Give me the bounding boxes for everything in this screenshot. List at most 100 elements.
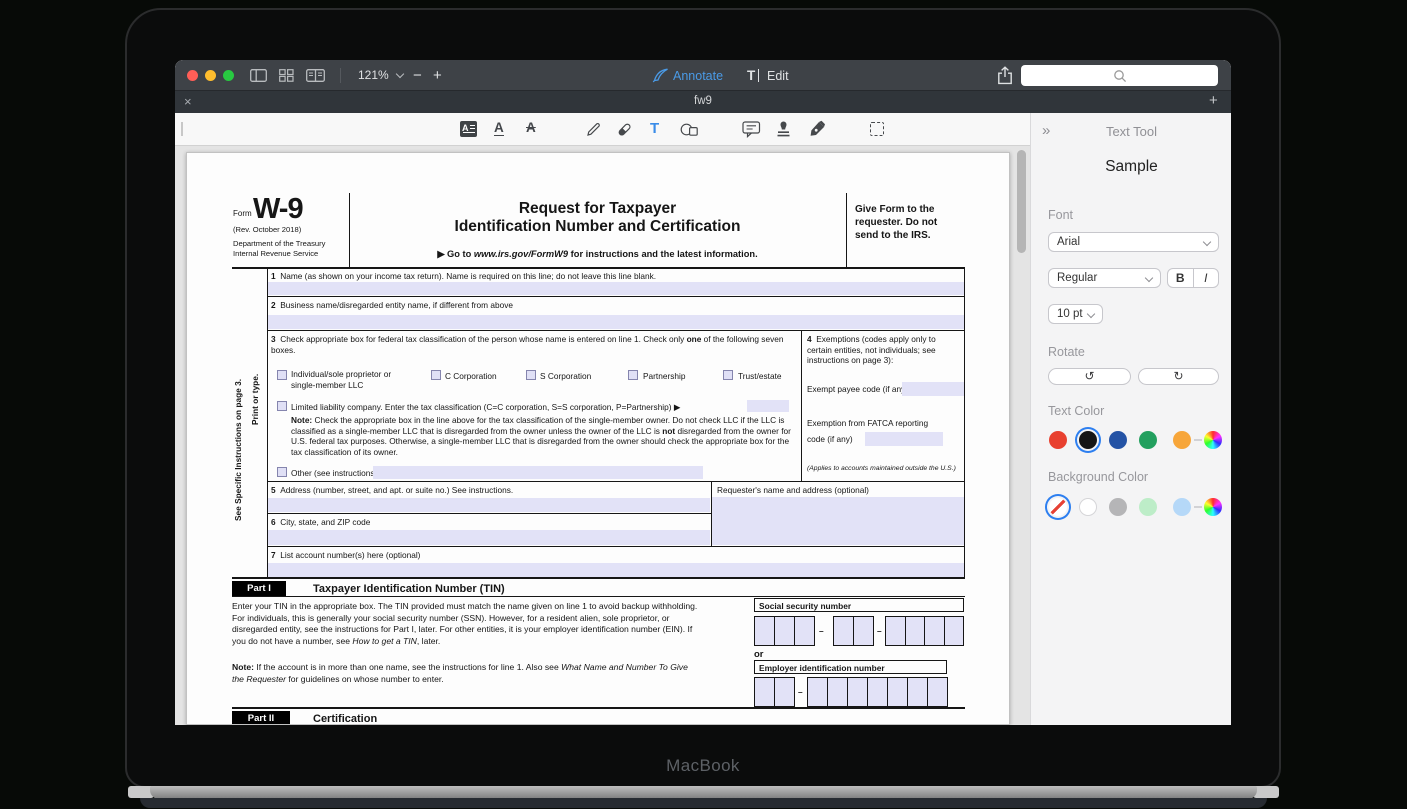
- tab-title[interactable]: fw9: [175, 95, 1231, 107]
- comment-icon[interactable]: [742, 121, 761, 143]
- text-color-blue-swatch[interactable]: [1109, 431, 1127, 449]
- zoom-window-button[interactable]: [223, 70, 234, 81]
- line1-field[interactable]: [268, 282, 964, 295]
- text-tool-icon[interactable]: T: [650, 120, 659, 137]
- italic-button[interactable]: I: [1194, 269, 1219, 287]
- select-area-icon[interactable]: [870, 122, 884, 136]
- ein-cell[interactable]: [887, 678, 907, 706]
- bg-color-gray-swatch[interactable]: [1109, 498, 1127, 516]
- part2-title: Certification: [313, 712, 377, 725]
- checkbox-trust-estate[interactable]: [723, 370, 733, 380]
- font-size-select[interactable]: 10 pt: [1048, 304, 1103, 324]
- edit-cursor-icon: [758, 69, 759, 82]
- checkbox-individual[interactable]: [277, 370, 287, 380]
- underline-text-icon[interactable]: A: [494, 120, 504, 136]
- font-style-select[interactable]: Regular: [1048, 268, 1161, 288]
- checkbox-other[interactable]: [277, 467, 287, 477]
- line5-field[interactable]: [268, 498, 710, 512]
- text-color-green-swatch[interactable]: [1139, 431, 1157, 449]
- ssn-cell[interactable]: [794, 617, 814, 645]
- text-color-section-label: Text Color: [1048, 404, 1104, 418]
- line2-field[interactable]: [268, 315, 964, 329]
- option-partnership-label: Partnership: [643, 371, 685, 382]
- bold-button[interactable]: B: [1168, 269, 1194, 287]
- other-field[interactable]: [373, 466, 703, 479]
- print-or-type-vertical: Print or type.: [250, 374, 260, 425]
- two-page-view-icon[interactable]: [306, 69, 325, 87]
- option-s-corp-label: S Corporation: [540, 371, 591, 382]
- edit-text-icon[interactable]: T: [747, 68, 755, 83]
- fatca-field[interactable]: [865, 432, 943, 446]
- shapes-icon[interactable]: [680, 122, 699, 142]
- ssn-cell[interactable]: [886, 617, 905, 645]
- checkbox-llc[interactable]: [277, 401, 287, 411]
- requester-field[interactable]: [712, 497, 964, 545]
- eraser-icon[interactable]: [616, 121, 633, 143]
- ein-cell[interactable]: [755, 678, 774, 706]
- thumbnails-view-icon[interactable]: [279, 69, 294, 87]
- checkbox-c-corporation[interactable]: [431, 370, 441, 380]
- form-department: Department of the Treasury: [233, 239, 325, 249]
- ssn-box-label: Social security number: [754, 598, 964, 612]
- rotate-ccw-button[interactable]: ↺: [1048, 368, 1131, 385]
- ssn-cell[interactable]: [944, 617, 964, 645]
- text-style-preview[interactable]: Sample: [1031, 158, 1231, 176]
- ssn-group-1: [754, 616, 815, 646]
- text-color-orange-swatch[interactable]: [1173, 431, 1191, 449]
- ein-cell[interactable]: [808, 678, 827, 706]
- new-tab-button[interactable]: +: [1209, 92, 1218, 109]
- text-color-red-swatch[interactable]: [1049, 431, 1067, 449]
- zoom-in-button[interactable]: +: [433, 67, 442, 84]
- stamp-icon[interactable]: [775, 120, 792, 143]
- ein-cell[interactable]: [867, 678, 887, 706]
- annotate-pen-icon[interactable]: [652, 68, 669, 88]
- ein-cell[interactable]: [774, 678, 794, 706]
- ssn-cell[interactable]: [853, 617, 873, 645]
- bg-color-white-swatch[interactable]: [1079, 498, 1097, 516]
- fatca-label-2: code (if any): [807, 434, 853, 445]
- font-family-select[interactable]: Arial: [1048, 232, 1219, 252]
- line7-label: 7 List account number(s) here (optional): [271, 550, 420, 561]
- give-form-note: Give Form to the requester. Do not send …: [855, 203, 961, 242]
- bg-color-blue-swatch[interactable]: [1173, 498, 1191, 516]
- zoom-out-button[interactable]: −: [413, 67, 422, 84]
- vertical-scrollbar[interactable]: [1017, 150, 1026, 253]
- zoom-level[interactable]: 121%: [358, 68, 389, 82]
- ein-cell[interactable]: [907, 678, 927, 706]
- rotate-cw-button[interactable]: ↻: [1138, 368, 1219, 385]
- ssn-cell[interactable]: [905, 617, 925, 645]
- close-window-button[interactable]: [187, 70, 198, 81]
- checkbox-partnership[interactable]: [628, 370, 638, 380]
- search-input[interactable]: [1021, 65, 1218, 86]
- ein-cell[interactable]: [847, 678, 867, 706]
- bg-color-custom-swatch[interactable]: [1204, 498, 1222, 516]
- line6-field[interactable]: [268, 530, 710, 545]
- strikethrough-text-icon[interactable]: A: [526, 120, 536, 135]
- ssn-cell[interactable]: [834, 617, 853, 645]
- highlight-markup-icon[interactable]: A: [460, 121, 477, 137]
- text-color-black-swatch[interactable]: [1079, 431, 1097, 449]
- line7-field[interactable]: [268, 563, 964, 577]
- bg-color-none-swatch[interactable]: [1049, 498, 1067, 516]
- tab-edit[interactable]: Edit: [767, 69, 789, 83]
- exempt-payee-field[interactable]: [902, 382, 964, 396]
- ein-cell[interactable]: [827, 678, 847, 706]
- share-icon[interactable]: [997, 66, 1013, 90]
- ssn-cell[interactable]: [924, 617, 944, 645]
- bg-color-green-swatch[interactable]: [1139, 498, 1157, 516]
- text-color-custom-swatch[interactable]: [1204, 431, 1222, 449]
- ein-cell[interactable]: [927, 678, 947, 706]
- minimize-window-button[interactable]: [205, 70, 216, 81]
- zoom-dropdown-chevron-icon[interactable]: [396, 70, 404, 78]
- sidebar-view-icon[interactable]: [250, 69, 267, 87]
- ssn-cell[interactable]: [755, 617, 774, 645]
- tab-bar: × fw9 +: [175, 91, 1231, 113]
- toolbar-drag-handle[interactable]: [181, 122, 183, 136]
- pencil-icon[interactable]: [585, 121, 602, 143]
- tab-annotate[interactable]: Annotate: [673, 69, 723, 83]
- llc-classification-field[interactable]: [747, 400, 789, 412]
- option-c-corp-label: C Corporation: [445, 371, 497, 382]
- checkbox-s-corporation[interactable]: [526, 370, 536, 380]
- signature-pen-icon[interactable]: [808, 120, 826, 143]
- ssn-cell[interactable]: [774, 617, 794, 645]
